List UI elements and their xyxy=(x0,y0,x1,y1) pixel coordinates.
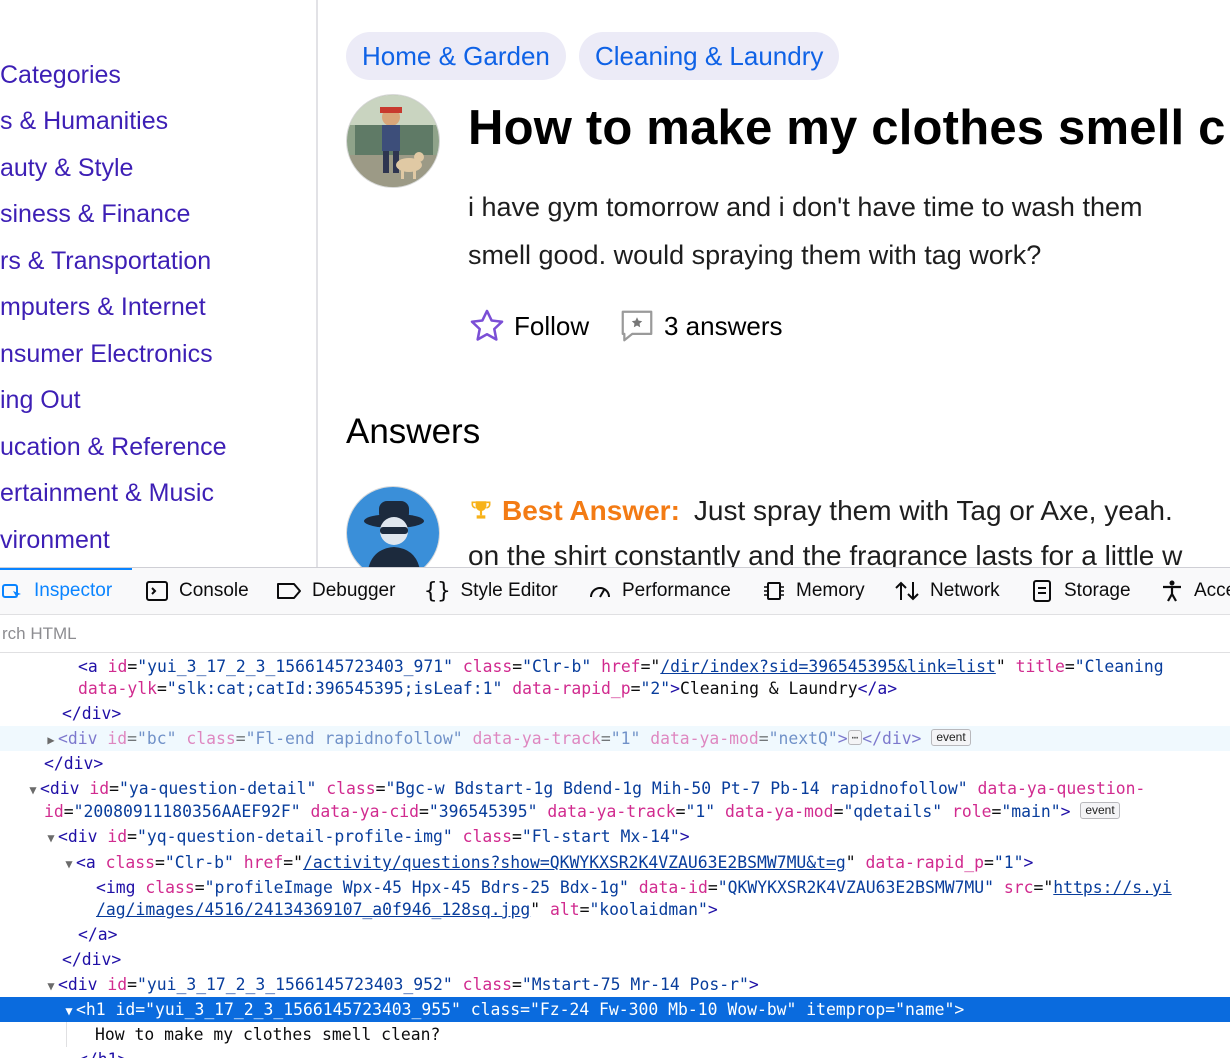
tab-label: Console xyxy=(179,580,249,601)
sidebar-item-education-reference[interactable]: ucation & Reference xyxy=(0,427,227,467)
markup-node-row[interactable]: /ag/images/4516/24134369107_a0f946_128sq… xyxy=(0,897,1230,922)
sidebar-item-categories[interactable]: Categories xyxy=(0,55,121,95)
answers-heading: Answers xyxy=(346,412,481,451)
web-page: Categories s & Humanities auty & Style s… xyxy=(0,0,1230,567)
markup-node-row[interactable]: data-ylk="slk:cat;catId:396545395;isLeaf… xyxy=(0,676,1230,701)
tab-console[interactable]: Console xyxy=(145,568,249,614)
markup-node-row[interactable]: </h1> xyxy=(0,1047,1230,1058)
event-badge[interactable]: event xyxy=(931,729,971,746)
trophy-icon xyxy=(471,501,491,519)
tab-network[interactable]: Network xyxy=(894,568,1000,614)
sidebar-item-business-finance[interactable]: siness & Finance xyxy=(0,194,190,234)
markup-node-row[interactable]: ▼ <div id="ya-question-detail" class="Bgc… xyxy=(0,776,1230,801)
sidebar-item-environment[interactable]: vironment xyxy=(0,520,110,560)
accessibility-icon xyxy=(1163,580,1181,602)
collapsed-ellipsis-icon[interactable]: ⋯ xyxy=(847,730,863,745)
sidebar-item-computers-internet[interactable]: mputers & Internet xyxy=(0,287,206,327)
tab-performance[interactable]: Performance xyxy=(588,568,731,614)
tab-inspector[interactable]: Inspector xyxy=(0,568,112,614)
tab-label: Acce xyxy=(1194,580,1230,601)
sidebar-item-beauty-style[interactable]: auty & Style xyxy=(0,148,133,188)
tab-label: Network xyxy=(930,580,1000,601)
style-editor-icon: {} xyxy=(424,578,451,604)
markup-node-row[interactable]: </div> xyxy=(0,751,1230,776)
tab-label: Storage xyxy=(1064,580,1131,601)
tab-style-editor[interactable]: {} Style Editor xyxy=(424,568,558,614)
answers-count-label: 3 answers xyxy=(664,310,783,341)
tab-accessibility[interactable]: Acce xyxy=(1160,568,1230,614)
tab-label: Memory xyxy=(796,580,865,601)
event-badge[interactable]: event xyxy=(1080,802,1120,819)
star-icon xyxy=(470,309,504,341)
markup-text-node[interactable]: How to make my clothes smell clean? xyxy=(66,1022,1230,1047)
sidebar-item-dining-out[interactable]: ing Out xyxy=(0,380,81,420)
sidebar-item-cars-transportation[interactable]: rs & Transportation xyxy=(0,241,211,281)
sidebar-item-entertainment-music[interactable]: ertainment & Music xyxy=(0,473,214,513)
memory-icon xyxy=(764,582,784,600)
markup-node-row[interactable]: ▶ <div id="bc" class="Fl-end rapidnofollo… xyxy=(0,726,1230,751)
answerer-avatar[interactable] xyxy=(346,486,440,567)
markup-tree: <a id="yui_3_17_2_3_1566145723403_971" c… xyxy=(0,654,1230,1058)
tab-debugger[interactable]: Debugger xyxy=(276,568,395,614)
expand-arrow-icon[interactable]: ▶ xyxy=(44,728,58,751)
follow-label: Follow xyxy=(514,310,590,341)
question-title: How to make my clothes smell c xyxy=(468,101,1226,155)
category-sidebar: Categories s & Humanities auty & Style s… xyxy=(0,0,318,567)
breadcrumb-home-garden[interactable]: Home & Garden xyxy=(346,32,566,80)
performance-icon xyxy=(590,587,610,598)
breadcrumb-cleaning-laundry[interactable]: Cleaning & Laundry xyxy=(579,32,840,80)
follow-button[interactable]: Follow xyxy=(468,304,589,348)
tab-label: Debugger xyxy=(312,580,396,601)
markup-node-row[interactable]: id="20080911180356AAEF92F" data-ya-cid="… xyxy=(0,799,1230,824)
collapse-arrow-icon[interactable]: ▼ xyxy=(26,778,40,801)
tab-label: Style Editor xyxy=(460,580,558,601)
best-answer-text-line-2: on the shirt constantly and the fragranc… xyxy=(468,540,1183,567)
search-html-input[interactable] xyxy=(0,621,600,647)
markup-node-row[interactable]: </div> xyxy=(0,701,1230,726)
storage-icon xyxy=(1033,580,1051,602)
best-answer-text: Just spray them with Tag or Axe, yeah. xyxy=(693,495,1173,526)
markup-node-row-selected[interactable]: ▼ <h1 id="yui_3_17_2_3_1566145723403_955"… xyxy=(0,997,1230,1022)
tab-label: Inspector xyxy=(34,580,113,601)
tab-label: Performance xyxy=(622,580,731,601)
markup-node-row[interactable]: </div> xyxy=(0,947,1230,972)
debugger-icon xyxy=(277,583,301,599)
answers-count-link[interactable]: 3 answers xyxy=(618,304,783,348)
html-search-bar xyxy=(0,615,1230,653)
answer-bubble-icon xyxy=(621,310,653,342)
question-body-line-2: smell good. would spraying them with tag… xyxy=(468,240,1042,270)
markup-node-row[interactable]: ▼ <a class="Clr-b" href="/activity/questi… xyxy=(0,850,1230,875)
devtools-toolbar: Inspector Console Debugger {} Style Edit… xyxy=(0,568,1230,615)
best-answer-row: Best Answer: Just spray them with Tag or… xyxy=(468,488,1173,534)
collapse-arrow-icon[interactable]: ▼ xyxy=(44,826,58,849)
collapse-arrow-icon[interactable]: ▼ xyxy=(62,999,76,1022)
markup-node-row[interactable]: ▼ <div id="yq-question-detail-profile-img… xyxy=(0,824,1230,849)
sidebar-item-arts-humanities[interactable]: s & Humanities xyxy=(0,101,168,141)
tab-memory[interactable]: Memory xyxy=(762,568,865,614)
network-icon xyxy=(895,581,919,601)
console-icon xyxy=(146,581,168,601)
collapse-arrow-icon[interactable]: ▼ xyxy=(44,974,58,997)
sidebar-item-consumer-electronics[interactable]: nsumer Electronics xyxy=(0,334,213,374)
inspector-icon xyxy=(2,584,21,598)
asker-avatar[interactable] xyxy=(346,94,440,188)
markup-node-row[interactable]: </a> xyxy=(0,922,1230,947)
question-body-line-1: i have gym tomorrow and i don't have tim… xyxy=(468,192,1143,222)
markup-node-row[interactable]: ▼ <div id="yui_3_17_2_3_1566145723403_952… xyxy=(0,972,1230,997)
devtools-panel: Inspector Console Debugger {} Style Edit… xyxy=(0,567,1230,1058)
collapse-arrow-icon[interactable]: ▼ xyxy=(62,852,76,875)
tab-storage[interactable]: Storage xyxy=(1030,568,1131,614)
best-answer-label: Best Answer: xyxy=(502,495,680,526)
